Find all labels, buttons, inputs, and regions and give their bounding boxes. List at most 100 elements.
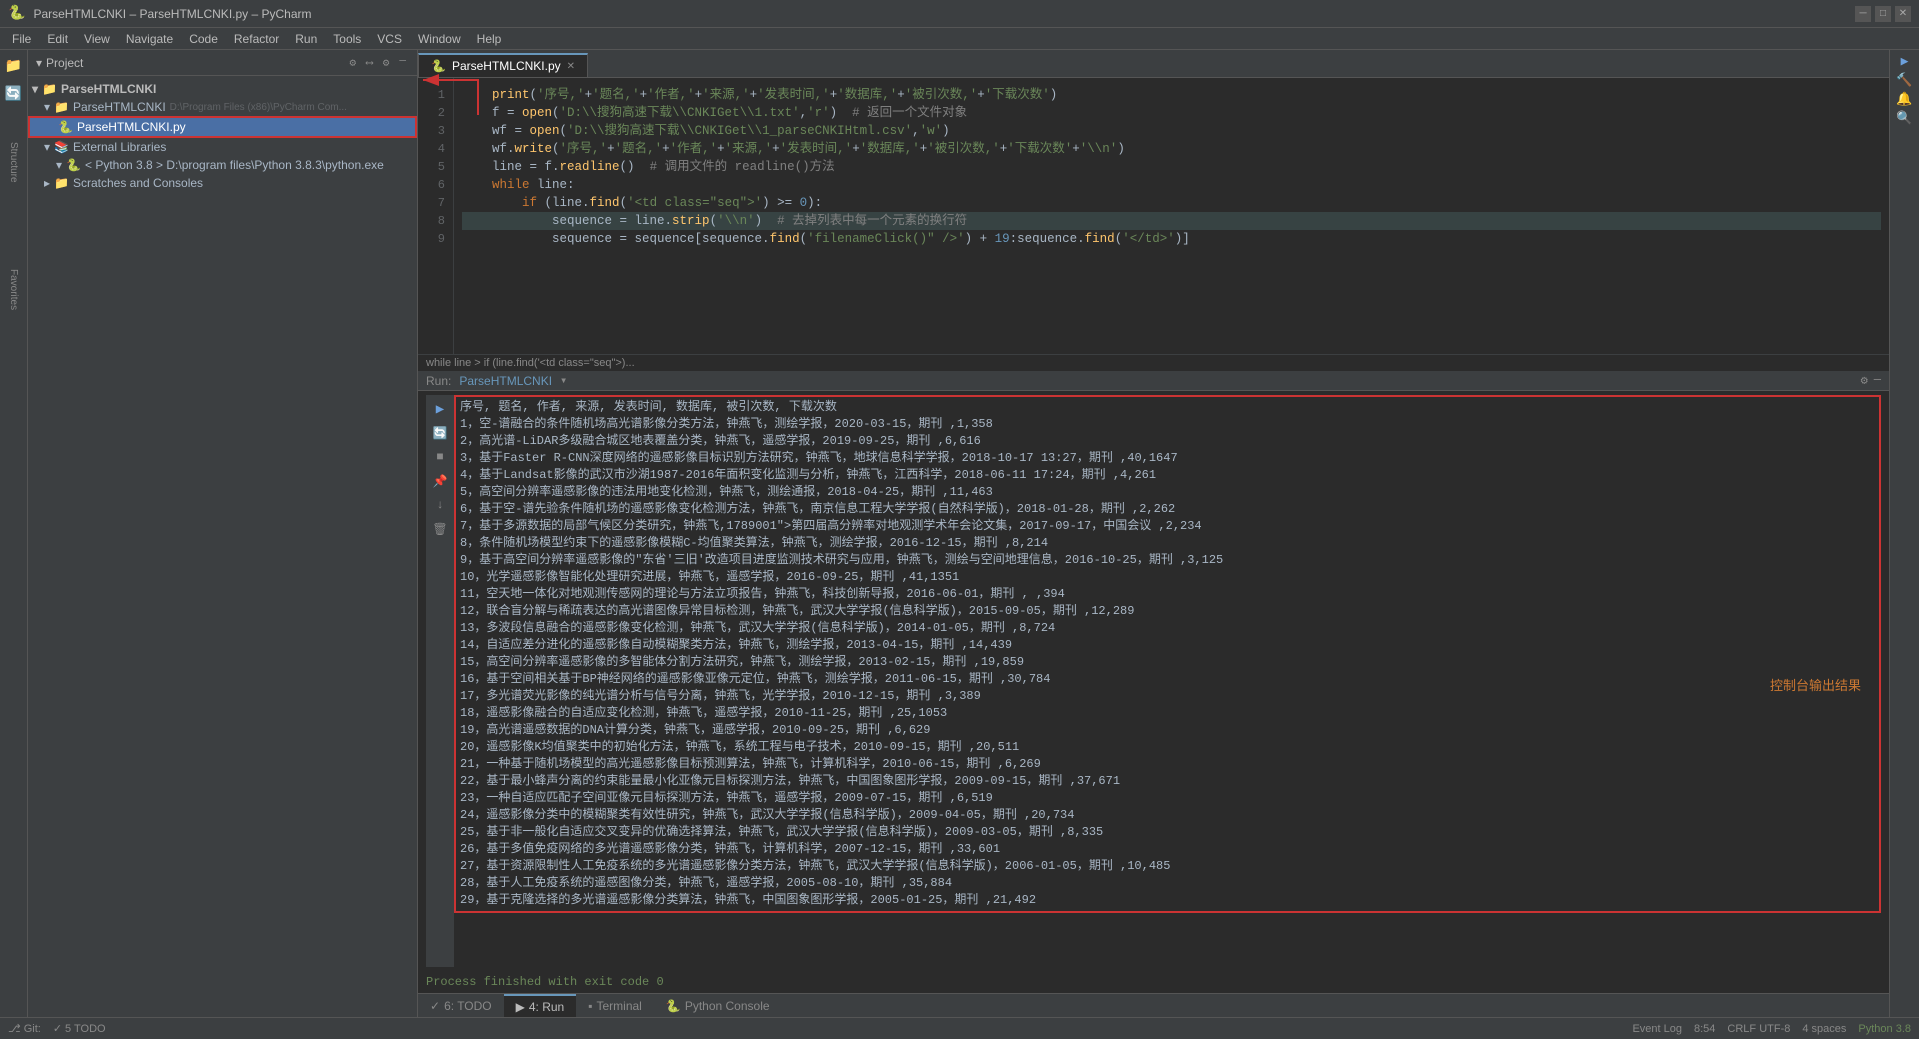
menu-edit[interactable]: Edit — [39, 30, 76, 48]
status-event-log[interactable]: Event Log — [1632, 1023, 1682, 1035]
output-line-24: 24，遥感影像分类中的模糊聚类有效性研究，钟燕飞，武汉大学学报(信息科学版)，2… — [460, 807, 1875, 824]
output-box: 序号, 题名, 作者, 来源, 发表时间, 数据库, 被引次数, 下载次数 1，… — [454, 395, 1881, 913]
tab-terminal[interactable]: ▪ Terminal — [576, 994, 654, 1017]
project-settings-icon[interactable]: ⚙ — [347, 55, 360, 71]
rs-notification-icon[interactable]: 🔔 — [1896, 92, 1912, 107]
output-line-22: 22，基于最小蜂声分离的约束能量最小化亚像元目标探测方法，钟燕飞，中国图象图形学… — [460, 773, 1875, 790]
tree-item-ext-libs[interactable]: ▾ 📚 External Libraries — [28, 138, 417, 156]
menu-tools[interactable]: Tools — [325, 30, 369, 48]
scratches-label: Scratches and Consoles — [73, 176, 203, 190]
ext-libs-folder-icon: 📚 — [54, 140, 69, 154]
menu-code[interactable]: Code — [181, 30, 226, 48]
python-console-icon: 🐍 — [666, 999, 681, 1013]
tab-run[interactable]: ▶ 4: Run — [504, 994, 577, 1017]
output-line-11: 11，空天地一体化对地观测传感网的理论与方法立项报告，钟燕飞，科技创新导报，20… — [460, 586, 1875, 603]
run-pin-btn[interactable]: 📌 — [430, 471, 450, 491]
output-text[interactable]: 序号, 题名, 作者, 来源, 发表时间, 数据库, 被引次数, 下载次数 1，… — [454, 395, 1881, 967]
output-line-3: 3，基于Faster R-CNN深度网络的遥感影像目标识别方法研究，钟燕飞，地球… — [460, 450, 1875, 467]
run-scroll-btn[interactable]: ↓ — [430, 495, 450, 515]
rs-run-btn[interactable]: ▶ — [1901, 54, 1909, 69]
output-line-19: 19，高光谱遥感数据的DNA计算分类，钟燕飞，遥感学报，2010-09-25，期… — [460, 722, 1875, 739]
scratches-expand-icon: ▸ — [44, 176, 50, 190]
tree-item-python[interactable]: ▾ 🐍 < Python 3.8 > D:\program files\Pyth… — [28, 156, 417, 174]
menu-vcs[interactable]: VCS — [369, 30, 410, 48]
output-line-7: 7，基于多源数据的局部气候区分类研究，钟燕飞,1789001">第四届高分辨率对… — [460, 518, 1875, 535]
menu-help[interactable]: Help — [469, 30, 510, 48]
output-line-23: 23，一种自适应匹配子空间亚像元目标探测方法，钟燕飞，遥感学报，2009-07-… — [460, 790, 1875, 807]
project-gear-icon[interactable]: ⚙ — [380, 55, 393, 71]
run-stop-btn[interactable]: ■ — [430, 447, 450, 467]
title-bar-controls[interactable]: ─ □ ✕ — [1855, 6, 1911, 22]
status-todo[interactable]: ✓ 5 TODO — [53, 1022, 106, 1035]
menu-run[interactable]: Run — [287, 30, 325, 48]
menu-refactor[interactable]: Refactor — [226, 30, 287, 48]
run-dropdown-icon[interactable]: ▾ — [560, 373, 567, 388]
run-tab-icon: ▶ — [516, 1000, 525, 1014]
output-line-27: 27，基于资源限制性人工免疫系统的多光谱遥感影像分类方法，钟燕飞，武汉大学学报(… — [460, 858, 1875, 875]
git-label: Git: — [24, 1023, 41, 1035]
status-encoding[interactable]: CRLF UTF-8 — [1727, 1023, 1790, 1035]
spaces-label: 4 spaces — [1802, 1023, 1846, 1035]
output-header-line: 序号, 题名, 作者, 来源, 发表时间, 数据库, 被引次数, 下载次数 — [460, 399, 1875, 416]
code-line-4: wf.write('序号,'+'题名,'+'作者,'+'来源,'+'发表时间,'… — [462, 140, 1881, 158]
tree-item-main-file[interactable]: 🐍 ParseHTMLCNKI.py — [28, 116, 417, 138]
active-editor-tab[interactable]: 🐍 ParseHTMLCNKI.py ✕ — [418, 53, 588, 77]
status-git[interactable]: ⎇ Git: — [8, 1022, 41, 1035]
project-expand-icon[interactable]: ⟷ — [363, 55, 376, 71]
run-pin-icon[interactable]: ─ — [1874, 373, 1881, 388]
run-clear-btn[interactable]: 🗑 — [430, 519, 450, 539]
project-panel-header: ▾ Project ⚙ ⟷ ⚙ ─ — [28, 50, 417, 76]
project-minimize-icon[interactable]: ─ — [396, 55, 409, 71]
project-folder-icon: 📁 — [54, 100, 69, 114]
line-numbers: 1 2 3 4 5 6 7 8 9 — [418, 78, 454, 354]
title-bar: 🐍 ParseHTMLCNKI – ParseHTMLCNKI.py – PyC… — [0, 0, 1919, 28]
tab-python-console[interactable]: 🐍 Python Console — [654, 994, 782, 1017]
menu-window[interactable]: Window — [410, 30, 469, 48]
project-dropdown-icon[interactable]: ▾ — [36, 56, 42, 70]
project-panel-title: ▾ Project — [36, 56, 83, 70]
project-panel: ▾ Project ⚙ ⟷ ⚙ ─ ▾ 📁 ParseHTMLCNKI ▾ 📁 … — [28, 50, 418, 1017]
main-container: 📁 🔄 Structure Favorites ▾ Project ⚙ ⟷ ⚙ … — [0, 50, 1919, 1017]
commit-icon[interactable]: 🔄 — [2, 82, 26, 106]
maximize-button[interactable]: □ — [1875, 6, 1891, 22]
tree-item-root[interactable]: ▾ 📁 ParseHTMLCNKI — [28, 80, 417, 98]
project-panel-actions: ⚙ ⟷ ⚙ ─ — [347, 55, 409, 71]
menu-view[interactable]: View — [76, 30, 118, 48]
close-button[interactable]: ✕ — [1895, 6, 1911, 22]
run-rerun-btn[interactable]: 🔄 — [430, 423, 450, 443]
rs-search-icon[interactable]: 🔍 — [1896, 111, 1912, 126]
structure-icon[interactable]: Structure — [2, 150, 26, 174]
run-header-left: Run: ParseHTMLCNKI ▾ — [426, 373, 567, 388]
git-icon: ⎇ — [8, 1022, 21, 1035]
python-label: < Python 3.8 > D:\program files\Python 3… — [85, 158, 384, 172]
run-play-btn[interactable]: ▶ — [430, 399, 450, 419]
status-right: Event Log 8:54 CRLF UTF-8 4 spaces Pytho… — [1632, 1023, 1911, 1035]
python-icon: 🐍 — [66, 158, 81, 172]
menu-navigate[interactable]: Navigate — [118, 30, 181, 48]
output-line-13: 13，多波段信息融合的遥感影像变化检测，钟燕飞，武汉大学学报(信息科学版)，20… — [460, 620, 1875, 637]
tab-close-icon[interactable]: ✕ — [567, 61, 575, 72]
project-expand-chevron: ▾ — [44, 100, 50, 114]
run-settings-icon[interactable]: ⚙ — [1861, 373, 1868, 388]
code-content[interactable]: print('序号,'+'题名,'+'作者,'+'来源,'+'发表时间,'+'数… — [454, 78, 1889, 354]
tree-item-project[interactable]: ▾ 📁 ParseHTMLCNKI D:\Program Files (x86)… — [28, 98, 417, 116]
tab-filename: ParseHTMLCNKI.py — [452, 59, 561, 73]
py-file-icon: 🐍 — [58, 120, 73, 134]
status-left: ⎇ Git: ✓ 5 TODO — [8, 1022, 106, 1035]
menu-file[interactable]: File — [4, 30, 39, 48]
tab-todo[interactable]: ✓ 6: TODO — [418, 994, 504, 1017]
root-label: ParseHTMLCNKI — [61, 82, 156, 96]
minimize-button[interactable]: ─ — [1855, 6, 1871, 22]
status-python[interactable]: Python 3.8 — [1858, 1023, 1911, 1035]
rs-build-icon[interactable]: 🔨 — [1896, 73, 1912, 88]
process-text: Process finished with exit code 0 — [426, 975, 664, 989]
status-spaces[interactable]: 4 spaces — [1802, 1023, 1846, 1035]
output-line-21: 21，一种基于随机场模型的高光遥感影像目标预测算法，钟燕飞，计算机科学，2010… — [460, 756, 1875, 773]
output-line-2: 2，高光谱-LiDAR多级融合城区地表覆盖分类，钟燕飞，遥感学报，2019-09… — [460, 433, 1875, 450]
favorites-icon[interactable]: Favorites — [2, 278, 26, 302]
root-folder-icon: 📁 — [42, 82, 57, 96]
project-icon[interactable]: 📁 — [2, 54, 26, 78]
tree-item-scratches[interactable]: ▸ 📁 Scratches and Consoles — [28, 174, 417, 192]
code-line-3: wf = open('D:\\搜狗高速下载\\CNKIGet\\1_parseC… — [462, 122, 1881, 140]
code-editor[interactable]: 1 2 3 4 5 6 7 8 9 print('序号,'+'题名,'+'作者,… — [418, 78, 1889, 354]
